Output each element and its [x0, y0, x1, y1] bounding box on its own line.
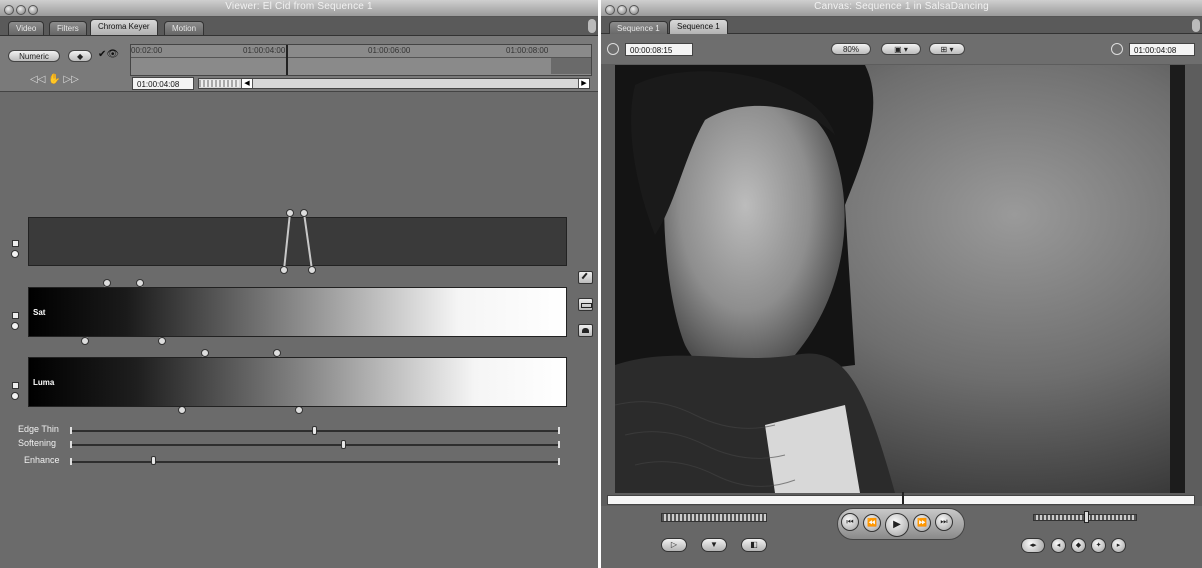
canvas-control-strip: 00:00:08:15 80% ▣ ▾ ⊞ ▾ 01:00:04:08 [601, 34, 1202, 64]
timecode-clock-icon [1111, 43, 1123, 55]
softening-slider[interactable] [341, 440, 347, 449]
canvas-title: Canvas: Sequence 1 in SalsaDancing [814, 1, 989, 12]
softening-track[interactable] [70, 444, 560, 446]
resize-grip-icon[interactable] [1192, 19, 1200, 32]
luma-top-left-handle [201, 349, 209, 357]
playhead[interactable] [902, 492, 904, 504]
jog-knob[interactable] [1084, 511, 1089, 523]
edge-thin-slider[interactable] [312, 426, 317, 435]
next-edit-icon[interactable]: ⏩ [913, 514, 931, 532]
luma-bar[interactable]: Luma [28, 357, 567, 407]
key-range-handles [81, 209, 316, 414]
luma-enable-checkbox[interactable] [12, 382, 19, 389]
insert-icon[interactable]: ▷ [661, 538, 687, 552]
transport-area: ⏮ ⏪ ▶ ⏩ ⏭ ▷ ▼ ◧ ◂▸ ◂ ◆ ✦ ▸ [601, 506, 1202, 568]
eyedropper-icon[interactable] [578, 271, 593, 284]
sat-top-right-handle [136, 279, 144, 287]
sat-top-left-handle [103, 279, 111, 287]
hue-top-right-handle [300, 209, 308, 217]
shuttle-control[interactable] [661, 513, 767, 522]
softening-label: Softening [18, 438, 57, 448]
luma-top-right-handle [273, 349, 281, 357]
replace-icon[interactable]: ◧ [741, 538, 767, 552]
mark-out-icon[interactable]: ▸ [1111, 538, 1126, 553]
enhance-label: Enhance [24, 455, 60, 465]
sat-enable-checkbox[interactable] [12, 312, 19, 319]
enhance-slider[interactable] [150, 456, 156, 465]
canvas-titlebar[interactable]: Canvas: Sequence 1 in SalsaDancing [601, 0, 1202, 17]
canvas-window: Canvas: Sequence 1 in SalsaDancing Seque… [601, 0, 1202, 568]
duration-clock-icon [607, 43, 619, 55]
sat-select-radio[interactable] [11, 322, 19, 330]
tab-sequence-1-b[interactable]: Sequence 1 [669, 19, 728, 35]
sat-label: Sat [33, 308, 46, 317]
luma-bottom-right-handle [295, 406, 303, 414]
overlay-popup[interactable]: ⊞ ▾ [929, 43, 965, 55]
jog-control[interactable] [1033, 511, 1137, 523]
duration-timecode[interactable]: 00:00:08:15 [625, 43, 693, 56]
view-popup[interactable]: ▣ ▾ [881, 43, 921, 55]
play-icon[interactable]: ▶ [885, 513, 909, 537]
previous-edit-icon[interactable]: ⏪ [863, 514, 881, 532]
color-smoothing-icon[interactable] [578, 298, 593, 311]
luma-label: Luma [33, 378, 55, 387]
zoom-popup[interactable]: 80% [831, 43, 871, 55]
video-frame-image [615, 65, 1185, 493]
overwrite-icon[interactable]: ▼ [701, 538, 727, 552]
hue-bottom-left-handle [280, 266, 288, 274]
enhance-track[interactable] [70, 461, 560, 463]
add-keyframe-icon[interactable]: ✦ [1091, 538, 1106, 553]
video-frame[interactable] [615, 65, 1185, 493]
luma-bottom-left-handle [178, 406, 186, 414]
tab-sequence-1-a[interactable]: Sequence 1 [609, 21, 668, 35]
play-in-to-out-icon[interactable]: ⏮ [841, 513, 859, 531]
sat-bottom-right-handle [158, 337, 166, 345]
canvas-tabs: Sequence 1 Sequence 1 [601, 17, 1202, 35]
view-matte-icon[interactable] [578, 324, 593, 337]
current-timecode[interactable]: 01:00:04:08 [1129, 43, 1195, 56]
saturation-bar[interactable]: Sat [28, 287, 567, 337]
luma-select-radio[interactable] [11, 392, 19, 400]
add-marker-icon[interactable]: ◆ [1071, 538, 1086, 553]
hue-top-left-handle [286, 209, 294, 217]
match-frame-icon[interactable]: ◂▸ [1021, 538, 1045, 553]
mark-clip-icon[interactable]: ⏭ [935, 513, 953, 531]
mark-in-icon[interactable]: ◂ [1051, 538, 1066, 553]
viewer-window: Viewer: El Cid from Sequence 1 Video Fil… [0, 0, 598, 568]
hue-bottom-right-handle [308, 266, 316, 274]
sat-bottom-left-handle [81, 337, 89, 345]
edge-thin-label: Edge Thin [18, 424, 59, 434]
scrubber-bar[interactable] [607, 492, 1195, 505]
